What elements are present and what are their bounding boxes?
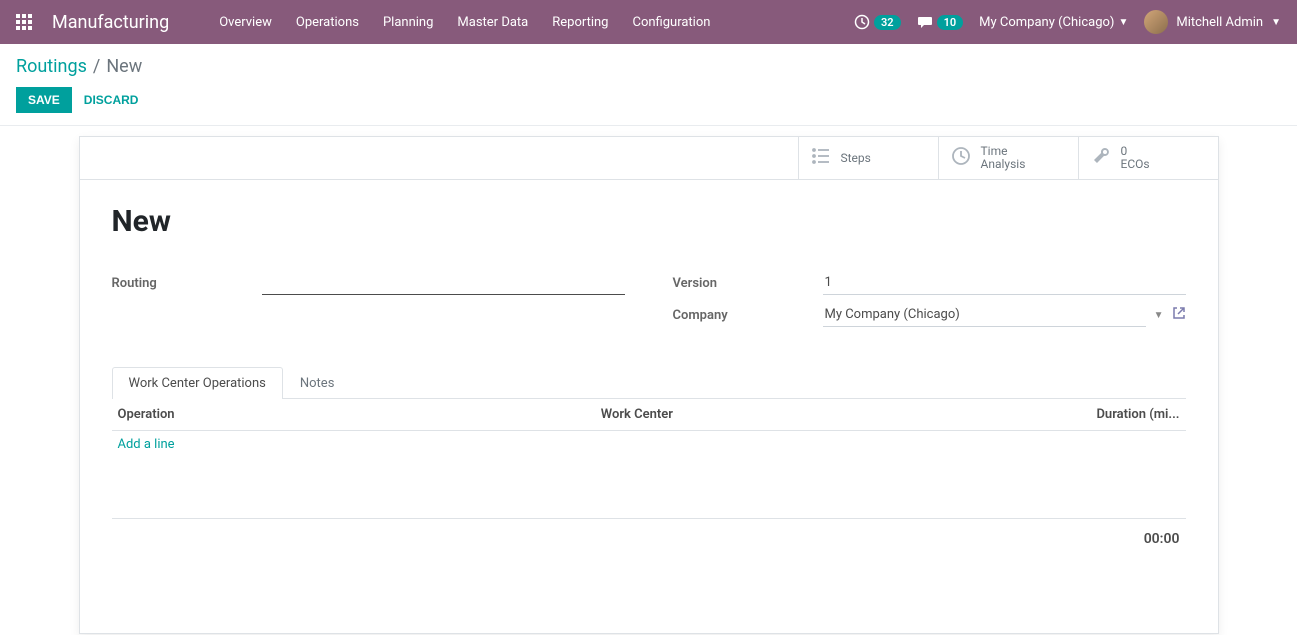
navbar: Manufacturing Overview Operations Planni… bbox=[0, 0, 1297, 44]
form-fields-row: Routing Version 1 Company bbox=[112, 271, 1186, 335]
field-version: Version 1 bbox=[673, 271, 1186, 295]
breadcrumb-current: New bbox=[106, 56, 142, 77]
nav-item-planning[interactable]: Planning bbox=[373, 7, 443, 38]
button-box: Steps Time Analysis bbox=[80, 137, 1218, 180]
form-col-left: Routing bbox=[112, 271, 625, 335]
field-company: Company My Company (Chicago) ▼ bbox=[673, 303, 1186, 327]
add-line-link[interactable]: Add a line bbox=[118, 437, 175, 452]
caret-down-icon: ▼ bbox=[1118, 17, 1128, 28]
avatar bbox=[1144, 10, 1168, 34]
stat-label-ecos: 0 ECOs bbox=[1121, 145, 1150, 171]
stat-button-ecos[interactable]: 0 ECOs bbox=[1078, 137, 1218, 179]
clock-icon bbox=[854, 14, 870, 30]
notebook-tabs: Work Center Operations Notes bbox=[112, 367, 1186, 399]
control-panel: Routings / New Save Discard bbox=[0, 44, 1297, 126]
value-version: 1 bbox=[823, 271, 1186, 295]
col-header-duration[interactable]: Duration (mi... bbox=[1024, 399, 1185, 431]
activity-badge: 32 bbox=[874, 15, 901, 30]
nav-item-configuration[interactable]: Configuration bbox=[622, 7, 720, 38]
user-name: Mitchell Admin bbox=[1176, 15, 1263, 30]
form-sheet: Steps Time Analysis bbox=[79, 136, 1219, 634]
control-buttons: Save Discard bbox=[16, 87, 1281, 113]
nav-item-overview[interactable]: Overview bbox=[209, 7, 282, 38]
apps-icon[interactable] bbox=[16, 14, 32, 30]
label-routing: Routing bbox=[112, 276, 262, 291]
breadcrumb-routings[interactable]: Routings bbox=[16, 56, 87, 77]
external-link-icon[interactable] bbox=[1172, 306, 1186, 324]
wrench-icon bbox=[1091, 146, 1111, 170]
nav-item-operations[interactable]: Operations bbox=[286, 7, 369, 38]
input-company[interactable]: My Company (Chicago) bbox=[823, 303, 1146, 327]
stat-label-time-analysis: Time Analysis bbox=[981, 145, 1026, 171]
chat-icon bbox=[917, 14, 933, 30]
label-version: Version bbox=[673, 276, 823, 291]
breadcrumb: Routings / New bbox=[16, 56, 1281, 77]
navbar-right: 32 10 My Company (Chicago) ▼ Mitchell Ad… bbox=[854, 10, 1281, 34]
nav-menu: Overview Operations Planning Master Data… bbox=[209, 7, 854, 38]
col-header-work-center[interactable]: Work Center bbox=[595, 399, 1025, 431]
sheet-body: New Routing Version 1 bbox=[80, 180, 1218, 633]
tab-work-center-operations[interactable]: Work Center Operations bbox=[112, 367, 283, 399]
chevron-down-icon[interactable]: ▼ bbox=[1154, 310, 1164, 321]
app-name[interactable]: Manufacturing bbox=[52, 12, 169, 33]
breadcrumb-separator: / bbox=[93, 56, 100, 77]
list-icon bbox=[811, 146, 831, 170]
activity-menu[interactable]: 32 bbox=[854, 14, 901, 30]
record-title: New bbox=[112, 204, 1186, 239]
tab-notes[interactable]: Notes bbox=[283, 367, 352, 399]
stat-button-time-analysis[interactable]: Time Analysis bbox=[938, 137, 1078, 179]
table-footer: 00:00 bbox=[112, 518, 1186, 559]
form-col-right: Version 1 Company My Company (Chicago) ▼ bbox=[673, 271, 1186, 335]
caret-down-icon: ▼ bbox=[1271, 17, 1281, 28]
operations-table: Operation Work Center Duration (mi... Ad… bbox=[112, 399, 1186, 559]
discard-button[interactable]: Discard bbox=[84, 93, 139, 107]
total-duration: 00:00 bbox=[1024, 518, 1185, 559]
company-switcher[interactable]: My Company (Chicago) ▼ bbox=[979, 15, 1128, 30]
clock-icon bbox=[951, 146, 971, 170]
label-company: Company bbox=[673, 308, 823, 323]
message-badge: 10 bbox=[937, 15, 964, 30]
field-routing: Routing bbox=[112, 271, 625, 295]
input-routing[interactable] bbox=[262, 271, 625, 295]
stat-button-steps[interactable]: Steps bbox=[798, 137, 938, 179]
user-menu[interactable]: Mitchell Admin ▼ bbox=[1144, 10, 1281, 34]
company-name: My Company (Chicago) bbox=[979, 15, 1114, 30]
form-container: Steps Time Analysis bbox=[0, 126, 1297, 634]
nav-item-reporting[interactable]: Reporting bbox=[542, 7, 618, 38]
nav-item-master-data[interactable]: Master Data bbox=[447, 7, 538, 38]
stat-label-steps: Steps bbox=[841, 152, 871, 165]
messaging-menu[interactable]: 10 bbox=[917, 14, 964, 30]
col-header-operation[interactable]: Operation bbox=[112, 399, 595, 431]
table-row-add: Add a line bbox=[112, 431, 1186, 459]
save-button[interactable]: Save bbox=[16, 87, 72, 113]
